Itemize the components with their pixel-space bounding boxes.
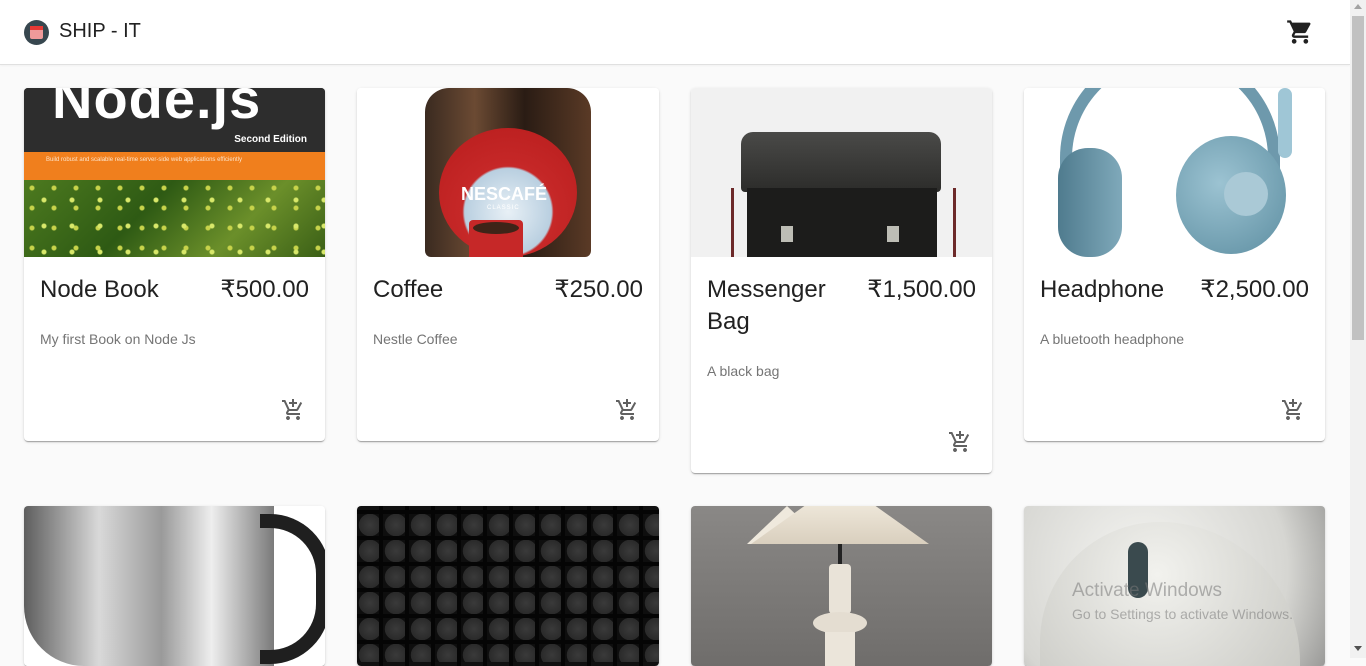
shop-logo-icon[interactable] (24, 20, 49, 45)
lamp-image[interactable] (691, 506, 992, 666)
product-card-headphone[interactable]: Headphone ₹2,500.00 A bluetooth headphon… (1024, 88, 1325, 441)
scrollbar-thumb[interactable] (1352, 16, 1364, 340)
product-description: Nestle Coffee (373, 331, 458, 347)
product-description: My first Book on Node Js (40, 331, 196, 347)
book-cover-edition: Second Edition (234, 134, 307, 145)
scroll-up-arrow-icon[interactable] (1354, 4, 1362, 9)
book-cover-title: Node.js (52, 88, 262, 130)
add-shopping-cart-icon[interactable] (281, 398, 305, 422)
kettle-image[interactable] (24, 506, 325, 666)
product-card-node-book[interactable]: Node.js Second Edition Build robust and … (24, 88, 325, 441)
headphone-image[interactable] (1024, 88, 1325, 257)
shopping-cart-icon[interactable] (1286, 18, 1314, 46)
product-card-messenger-bag[interactable]: Messenger Bag ₹1,500.00 A black bag (691, 88, 992, 473)
messenger-bag-image[interactable] (691, 88, 992, 257)
book-cover-blurb: Build robust and scalable real-time serv… (46, 157, 242, 163)
activation-watermark-subtitle: Go to Settings to activate Windows. (1072, 606, 1293, 622)
product-description: A bluetooth headphone (1040, 331, 1185, 347)
product-name: Messenger Bag (707, 276, 826, 335)
product-price: ₹2,500.00 (1200, 276, 1309, 303)
coffee-brand-text: NESCAFÉ (461, 184, 548, 204)
product-price: ₹500.00 (220, 276, 309, 303)
product-description: A black bag (707, 363, 780, 379)
product-price: ₹1,500.00 (867, 276, 976, 303)
product-card-lamp[interactable] (691, 506, 992, 666)
node-book-image[interactable]: Node.js Second Edition Build robust and … (24, 88, 325, 257)
keyboard-image[interactable] (357, 506, 659, 666)
product-card-kettle[interactable] (24, 506, 325, 666)
activation-watermark-title: Activate Windows (1072, 580, 1222, 601)
coffee-image[interactable]: NESCAFÉ CLASSIC (357, 88, 659, 257)
product-name: Node Book (40, 276, 159, 303)
app-bar: SHIP - IT (0, 0, 1350, 65)
product-card-coffee[interactable]: NESCAFÉ CLASSIC Coffee ₹250.00 Nestle Co… (357, 88, 659, 441)
scroll-down-arrow-icon[interactable] (1354, 646, 1362, 651)
app-title[interactable]: SHIP - IT (59, 20, 141, 43)
add-shopping-cart-icon[interactable] (615, 398, 639, 422)
product-name: Coffee (373, 276, 444, 303)
product-card-keyboard[interactable] (357, 506, 659, 666)
product-name: Headphone (1040, 276, 1165, 303)
add-shopping-cart-icon[interactable] (1281, 398, 1305, 422)
add-shopping-cart-icon[interactable] (948, 430, 972, 454)
coffee-brand-subtext: CLASSIC (487, 205, 520, 211)
product-price: ₹250.00 (554, 276, 643, 303)
